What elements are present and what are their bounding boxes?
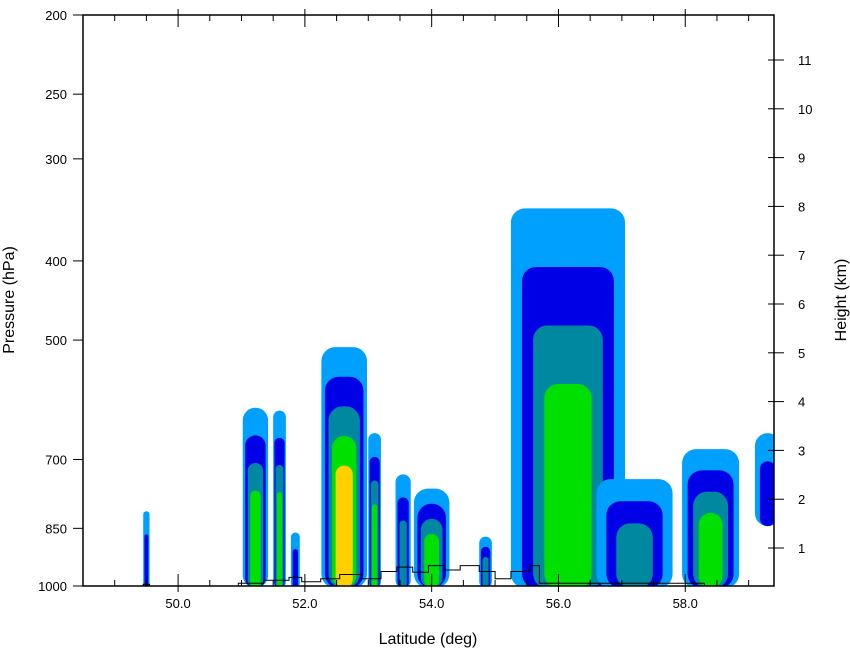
contour-cell bbox=[242, 407, 269, 586]
contour-level-4 bbox=[544, 384, 592, 586]
contour-cell bbox=[682, 449, 740, 586]
x-tick-label: 58.0 bbox=[673, 596, 698, 611]
contour-cell bbox=[321, 347, 368, 586]
contour-level-4 bbox=[371, 504, 378, 586]
contour-cell bbox=[368, 433, 381, 586]
contour-cell bbox=[596, 479, 673, 586]
contour-level-3 bbox=[482, 557, 489, 586]
y2-tick-label: 1 bbox=[798, 541, 805, 556]
y-tick-label: 250 bbox=[45, 87, 67, 102]
y-tick-label: 850 bbox=[45, 521, 67, 536]
y2-tick-label: 5 bbox=[798, 346, 805, 361]
y2-tick-label: 8 bbox=[798, 199, 805, 214]
y-tick-label: 200 bbox=[45, 8, 67, 23]
contour-cell bbox=[395, 474, 411, 586]
x-axis-title: Latitude (deg) bbox=[379, 631, 478, 648]
y2-tick-label: 6 bbox=[798, 297, 805, 312]
y2-tick-label: 2 bbox=[798, 492, 805, 507]
y2-axis-title: Height (km) bbox=[833, 259, 850, 342]
contour-cell bbox=[754, 433, 774, 527]
contour-level-2 bbox=[144, 534, 149, 586]
contour-level-3 bbox=[399, 520, 407, 586]
y2-tick-label: 11 bbox=[798, 53, 812, 68]
contour-level-4 bbox=[698, 512, 723, 586]
y-axis-title: Pressure (hPa) bbox=[1, 246, 18, 354]
y2-tick-label: 4 bbox=[798, 395, 805, 410]
contour-cell bbox=[479, 536, 492, 586]
y2-tick-label: 10 bbox=[798, 102, 812, 117]
y2-tick-label: 7 bbox=[798, 248, 805, 263]
y-tick-label: 300 bbox=[45, 152, 67, 167]
y-tick-label: 500 bbox=[45, 333, 67, 348]
contour-cell bbox=[143, 511, 150, 586]
contour-level-3 bbox=[616, 523, 653, 586]
y-tick-label: 1000 bbox=[38, 579, 67, 594]
contour-layer bbox=[143, 208, 774, 586]
contour-level-2 bbox=[759, 461, 774, 527]
y2-tick-label: 3 bbox=[798, 443, 805, 458]
x-tick-label: 56.0 bbox=[546, 596, 571, 611]
contour-level-2 bbox=[292, 549, 299, 586]
cross-section-chart: 50.0 52.0 54.0 56.0 58.0 200 250 300 400 500 700 8… bbox=[1, 8, 850, 648]
y-axis-pressure: 200 250 300 400 500 700 850 1000 bbox=[38, 8, 83, 594]
y-tick-label: 700 bbox=[45, 452, 67, 467]
y-tick-label: 400 bbox=[45, 254, 67, 269]
contour-cell bbox=[273, 410, 286, 586]
contour-level-4 bbox=[276, 492, 283, 586]
x-tick-label: 50.0 bbox=[165, 596, 190, 611]
y2-tick-label: 9 bbox=[798, 151, 805, 166]
contour-level-5 bbox=[335, 465, 353, 586]
x-tick-label: 52.0 bbox=[292, 596, 317, 611]
contour-cell bbox=[290, 532, 300, 586]
contour-level-4 bbox=[250, 490, 261, 586]
x-tick-label: 54.0 bbox=[419, 596, 444, 611]
contour-cell bbox=[413, 488, 450, 586]
